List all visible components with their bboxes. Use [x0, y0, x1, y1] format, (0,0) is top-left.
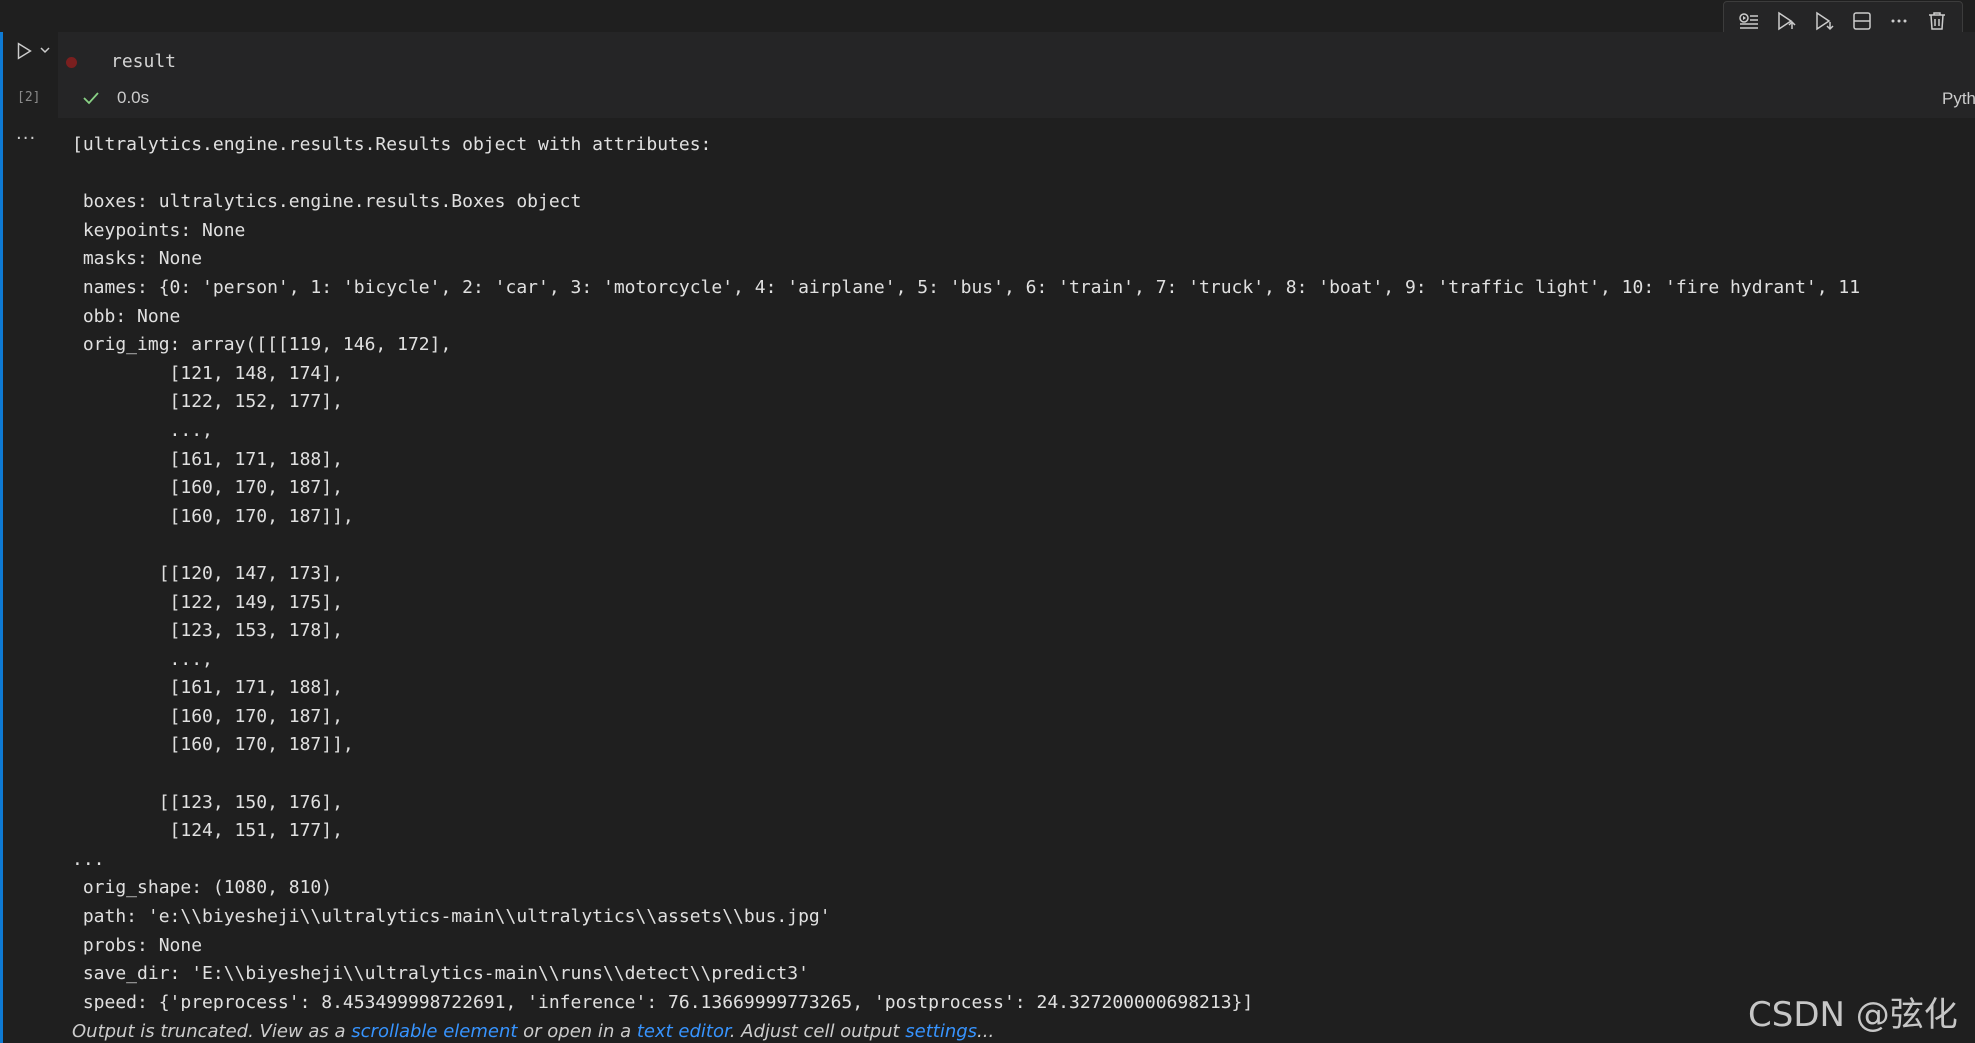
output-line: [160, 170, 187]],	[72, 734, 354, 756]
truncation-suffix: . Adjust cell output	[729, 1021, 906, 1042]
truncation-notice: Output is truncated. View as a scrollabl…	[72, 1021, 994, 1042]
output-line: [123, 153, 178],	[72, 620, 343, 642]
output-line: orig_shape: (1080, 810)	[72, 877, 333, 899]
execute-below-icon	[1816, 11, 1834, 31]
output-line: [161, 171, 188],	[72, 677, 343, 699]
breakpoint-indicator[interactable]	[66, 57, 77, 68]
output-line: [160, 170, 187],	[72, 477, 343, 499]
output-line: [124, 151, 177],	[72, 820, 343, 842]
output-line: [[120, 147, 173],	[72, 562, 343, 584]
settings-link[interactable]: settings	[905, 1021, 977, 1042]
execution-time: 0.0s	[117, 88, 150, 107]
output-line: orig_img: array([[[119, 146, 172],	[72, 334, 452, 356]
more-icon	[1891, 19, 1907, 23]
watermark: CSDN @弦化	[1748, 995, 1958, 1035]
truncation-end: ...	[977, 1021, 995, 1042]
output-line: [160, 170, 187],	[72, 705, 343, 727]
code-editor[interactable]	[58, 32, 1975, 118]
output-line: ...	[72, 848, 105, 870]
output-line: [161, 171, 188],	[72, 448, 343, 470]
delete-icon	[1929, 12, 1946, 30]
output-line: keypoints: None	[72, 219, 246, 241]
output-line: ...,	[72, 648, 213, 670]
output-focus-indicator	[0, 120, 3, 1043]
output-line: [122, 149, 175],	[72, 591, 343, 613]
truncation-prefix: Output is truncated. View as a	[72, 1021, 352, 1042]
cell-output: [ultralytics.engine.results.Results obje…	[72, 131, 1975, 1011]
execute-above-icon	[1778, 11, 1797, 31]
chevron-down-icon	[40, 47, 50, 54]
output-line: probs: None	[72, 934, 203, 956]
output-line: path: 'e:\\biyesheji\\ultralytics-main\\…	[72, 906, 831, 928]
run-cell-button[interactable]	[10, 37, 38, 65]
output-line: obb: None	[72, 305, 181, 327]
scrollable-element-link[interactable]: scrollable element	[351, 1021, 517, 1042]
output-line: save_dir: 'E:\\biyesheji\\ultralytics-ma…	[72, 963, 809, 985]
output-line: masks: None	[72, 248, 203, 270]
output-line: [122, 152, 177],	[72, 391, 343, 413]
output-line: [[123, 150, 176],	[72, 791, 343, 813]
run-by-line-icon	[1739, 13, 1758, 29]
run-options-dropdown[interactable]	[38, 40, 52, 60]
text-editor-link[interactable]: text editor	[637, 1021, 730, 1042]
check-icon	[83, 92, 99, 105]
output-line: ...,	[72, 419, 213, 441]
split-cell-icon	[1853, 12, 1871, 30]
output-line: [ultralytics.engine.results.Results obje…	[72, 134, 712, 155]
code-line[interactable]: result	[111, 51, 176, 72]
output-line: names: {0: 'person', 1: 'bicycle', 2: 'c…	[72, 276, 1861, 298]
output-line: speed: {'preprocess': 8.453499998722691,…	[72, 991, 1254, 1011]
truncation-middle: or open in a	[517, 1021, 637, 1042]
execution-count: [2]	[17, 90, 41, 105]
top-strip	[0, 0, 1975, 32]
output-line: [121, 148, 174],	[72, 362, 343, 384]
cell-language-picker[interactable]: Python	[1942, 89, 1975, 109]
output-actions-button[interactable]: ···	[16, 128, 36, 149]
output-line: [160, 170, 187]],	[72, 505, 354, 527]
output-line: boxes: ultralytics.engine.results.Boxes …	[72, 191, 582, 213]
play-icon	[17, 42, 32, 60]
execution-status: 0.0s	[81, 88, 149, 108]
